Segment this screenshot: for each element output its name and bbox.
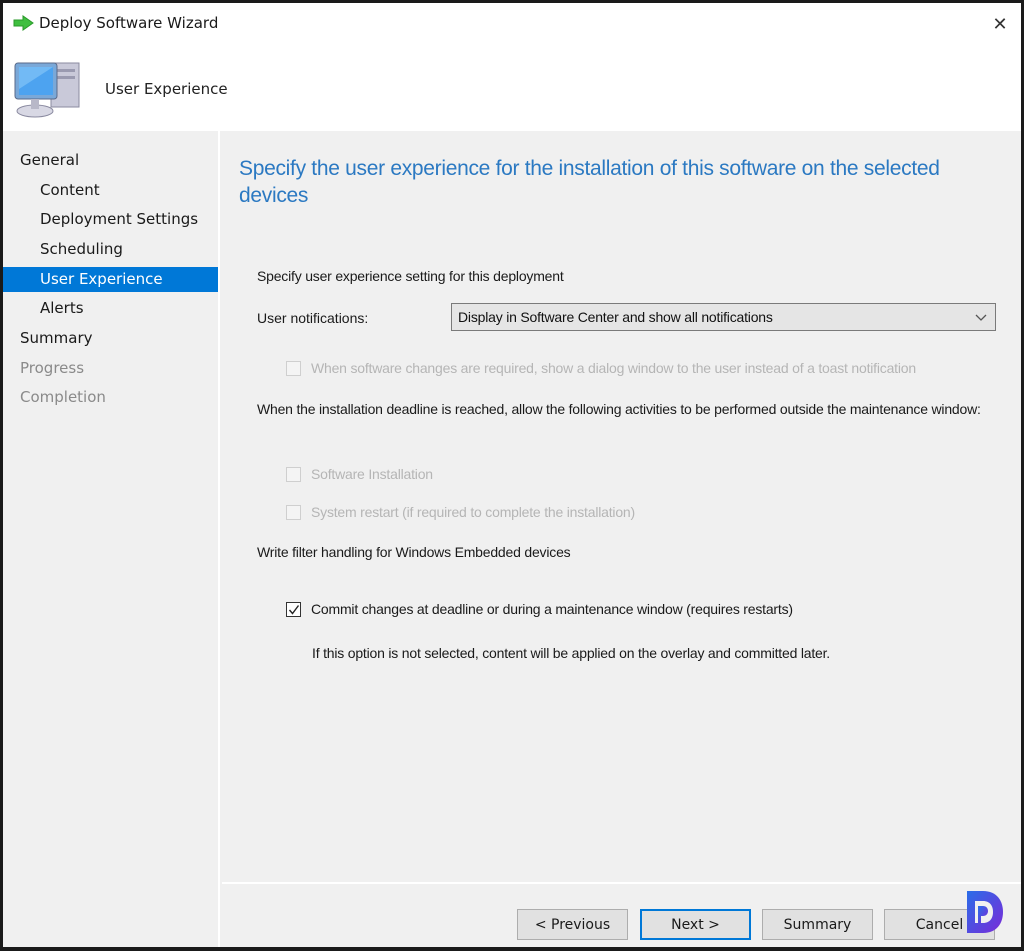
sidebar-item-progress: Progress bbox=[20, 359, 85, 377]
footer-divider bbox=[222, 882, 1021, 884]
commit-changes-checkbox[interactable] bbox=[286, 601, 301, 617]
software-installation-option: Software Installation bbox=[286, 464, 433, 484]
chevron-down-icon bbox=[975, 314, 987, 321]
close-button[interactable]: ✕ bbox=[985, 9, 1015, 39]
close-icon: ✕ bbox=[992, 13, 1008, 34]
sidebar-item-deployment-settings[interactable]: Deployment Settings bbox=[3, 207, 218, 232]
sidebar-item-content[interactable]: Content bbox=[3, 178, 218, 203]
dialog-window-checkbox bbox=[286, 360, 301, 376]
summary-button[interactable]: Summary bbox=[762, 909, 873, 940]
software-installation-label: Software Installation bbox=[311, 466, 433, 482]
wizard-steps-sidebar: General Content Deployment Settings Sche… bbox=[3, 131, 220, 947]
dialog-window-option: When software changes are required, show… bbox=[286, 358, 916, 378]
title-bar: Deploy Software Wizard ✕ bbox=[3, 3, 1021, 43]
header-title: User Experience bbox=[105, 80, 228, 98]
commit-note: If this option is not selected, content … bbox=[312, 645, 830, 661]
sidebar-item-scheduling[interactable]: Scheduling bbox=[3, 237, 218, 262]
wizard-content: Specify the user experience for the inst… bbox=[220, 131, 1021, 947]
system-restart-checkbox bbox=[286, 504, 301, 520]
deadline-label: When the installation deadline is reache… bbox=[257, 401, 981, 417]
system-restart-option: System restart (if required to complete … bbox=[286, 502, 635, 522]
commit-changes-label: Commit changes at deadline or during a m… bbox=[311, 601, 793, 617]
sidebar-item-completion: Completion bbox=[20, 388, 106, 406]
sidebar-item-general[interactable]: General bbox=[3, 148, 218, 173]
user-notifications-select[interactable]: Display in Software Center and show all … bbox=[451, 303, 996, 331]
computer-icon bbox=[14, 62, 80, 118]
sidebar-item-user-experience[interactable]: User Experience bbox=[3, 267, 218, 292]
previous-button[interactable]: < Previous bbox=[517, 909, 628, 940]
wizard-header: User Experience bbox=[3, 43, 1021, 131]
commit-changes-option[interactable]: Commit changes at deadline or during a m… bbox=[286, 599, 793, 619]
wizard-window: Deploy Software Wizard ✕ User Experience… bbox=[3, 3, 1021, 947]
user-notifications-label: User notifications: bbox=[257, 310, 369, 326]
arrow-right-icon bbox=[13, 15, 34, 31]
sidebar-item-summary[interactable]: Summary bbox=[3, 326, 218, 351]
sidebar-item-alerts[interactable]: Alerts bbox=[3, 296, 218, 321]
checkmark-icon bbox=[288, 604, 300, 615]
setting-label: Specify user experience setting for this… bbox=[257, 268, 564, 284]
write-filter-label: Write filter handling for Windows Embedd… bbox=[257, 544, 571, 560]
dialog-window-label: When software changes are required, show… bbox=[311, 360, 916, 376]
system-restart-label: System restart (if required to complete … bbox=[311, 504, 635, 520]
window-title: Deploy Software Wizard bbox=[39, 14, 219, 32]
watermark-logo-icon bbox=[967, 891, 1003, 933]
user-notifications-value: Display in Software Center and show all … bbox=[458, 309, 773, 325]
software-installation-checkbox bbox=[286, 466, 301, 482]
next-button[interactable]: Next > bbox=[640, 909, 751, 940]
page-heading: Specify the user experience for the inst… bbox=[239, 157, 940, 207]
